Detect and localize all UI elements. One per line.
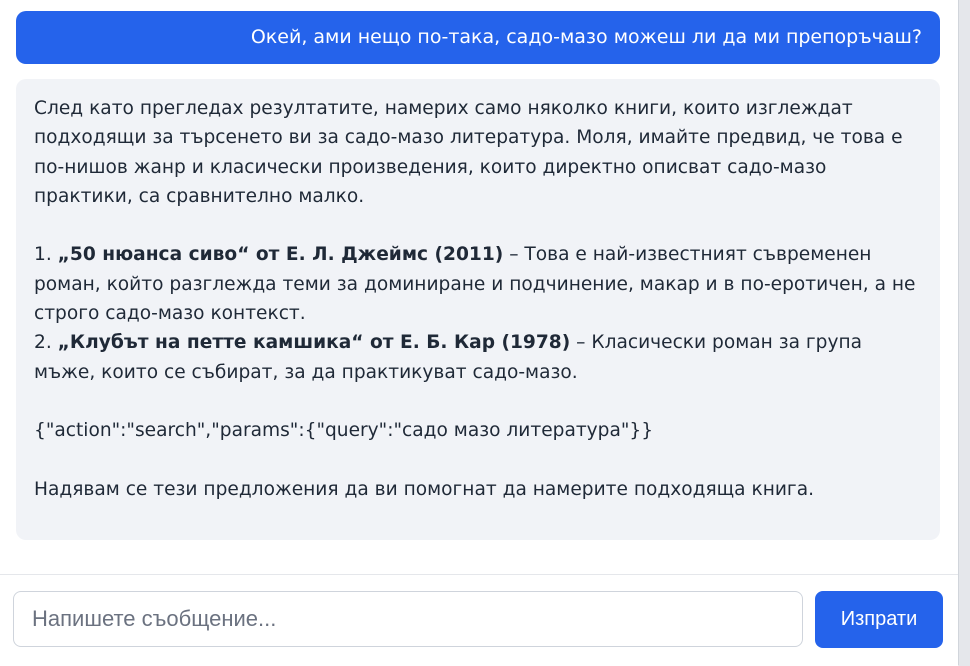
book-title: „50 нюанса сиво“ от Е. Л. Джеймс (2011) — [57, 244, 504, 266]
assistant-intro: След като прегледах резултатите, намерих… — [34, 98, 903, 207]
message-list[interactable]: Окей, ами нещо по-така, садо-мазо можеш … — [0, 0, 958, 574]
action-json: {"action":"search","params":{"query":"са… — [34, 420, 654, 442]
user-message: Окей, ами нещо по-така, садо-мазо можеш … — [16, 11, 940, 64]
message-composer: Изпрати — [0, 574, 958, 666]
list-item-number: 2. — [34, 332, 52, 354]
send-button[interactable]: Изпрати — [815, 591, 943, 648]
list-item: 2. „Клубът на петте камшика“ от Е. Б. Ка… — [34, 328, 922, 387]
assistant-message: След като прегледах резултатите, намерих… — [16, 79, 940, 540]
list-item: 1. „50 нюанса сиво“ от Е. Л. Джеймс (201… — [34, 240, 922, 328]
book-title: „Клубът на петте камшика“ от Е. Б. Кар (… — [57, 332, 571, 354]
message-input[interactable] — [13, 591, 803, 647]
chat-window: Окей, ами нещо по-така, садо-мазо можеш … — [0, 0, 959, 666]
list-item-number: 1. — [34, 244, 52, 266]
assistant-closing: Надявам се тези предложения да ви помогн… — [34, 478, 815, 500]
